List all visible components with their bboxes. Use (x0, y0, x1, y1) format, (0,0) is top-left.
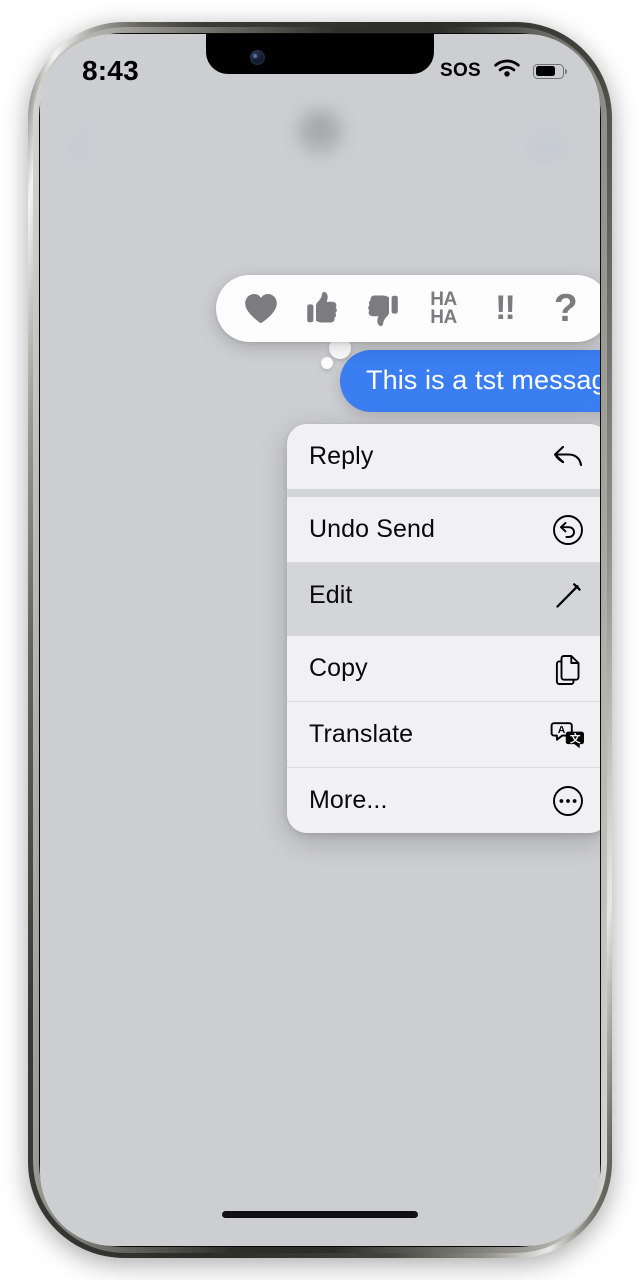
wifi-icon (492, 58, 522, 85)
translate-icon: A 文 (550, 717, 586, 753)
notch (206, 34, 434, 74)
undo-circle-icon (550, 512, 586, 548)
reaction-heart-button[interactable] (237, 285, 285, 333)
context-menu-item-translate[interactable]: Translate A 文 (287, 702, 600, 767)
copy-documents-icon (550, 651, 586, 687)
screenshot-canvas: 8:43 SOS HA HA !! ? This is a tst messag… (0, 0, 640, 1280)
tapback-tail-dot-small (321, 357, 333, 369)
message-bubble-container: This is a tst message (340, 350, 600, 412)
reply-arrow-icon (550, 439, 586, 475)
pencil-icon (550, 578, 586, 614)
double-exclamation-icon: !! (495, 288, 516, 327)
svg-text:文: 文 (569, 731, 581, 744)
reaction-haha-button[interactable]: HA HA (420, 285, 468, 333)
reaction-haha-line1: HA (430, 289, 457, 311)
context-menu-item-more[interactable]: More... (287, 768, 600, 833)
phone-frame: 8:43 SOS HA HA !! ? This is a tst messag… (28, 22, 612, 1258)
reaction-question-button[interactable]: ? (542, 285, 590, 333)
reaction-thumbs-down-button[interactable] (359, 285, 407, 333)
battery-icon (533, 63, 567, 79)
context-menu-group-separator (287, 489, 600, 497)
ellipsis-circle-icon (550, 783, 586, 819)
message-text: This is a tst message (366, 365, 600, 395)
context-menu-group-separator-2 (287, 628, 600, 636)
phone-screen: 8:43 SOS HA HA !! ? This is a tst messag… (40, 34, 600, 1246)
context-menu-item-edit-label: Edit (309, 581, 353, 609)
context-menu-item-undo-send-label: Undo Send (309, 515, 435, 543)
context-menu-item-copy[interactable]: Copy (287, 636, 600, 701)
context-menu-item-reply-label: Reply (309, 442, 374, 470)
sos-label: SOS (439, 60, 481, 81)
context-menu-item-edit[interactable]: Edit (287, 563, 600, 628)
front-camera-icon (250, 50, 265, 65)
context-menu-item-reply[interactable]: Reply (287, 424, 600, 489)
status-indicators: SOS (439, 58, 567, 85)
message-bubble[interactable]: This is a tst message (340, 350, 600, 412)
context-menu-item-more-label: More... (309, 786, 388, 814)
svg-text:A: A (558, 724, 566, 736)
tapback-reaction-bar: HA HA !! ? (216, 275, 600, 342)
context-menu-item-translate-label: Translate (309, 720, 414, 748)
message-context-menu: Reply Undo Send Edit Copy Translate A 文 … (287, 424, 600, 833)
context-menu-item-undo-send[interactable]: Undo Send (287, 497, 600, 562)
question-mark-icon: ? (553, 286, 578, 330)
context-menu-item-copy-label: Copy (309, 654, 368, 682)
reaction-exclamation-button[interactable]: !! (481, 285, 529, 333)
status-time: 8:43 (82, 55, 139, 86)
reaction-thumbs-up-button[interactable] (298, 285, 346, 333)
home-indicator[interactable] (222, 1211, 418, 1218)
reaction-haha-line2: HA (430, 306, 457, 328)
